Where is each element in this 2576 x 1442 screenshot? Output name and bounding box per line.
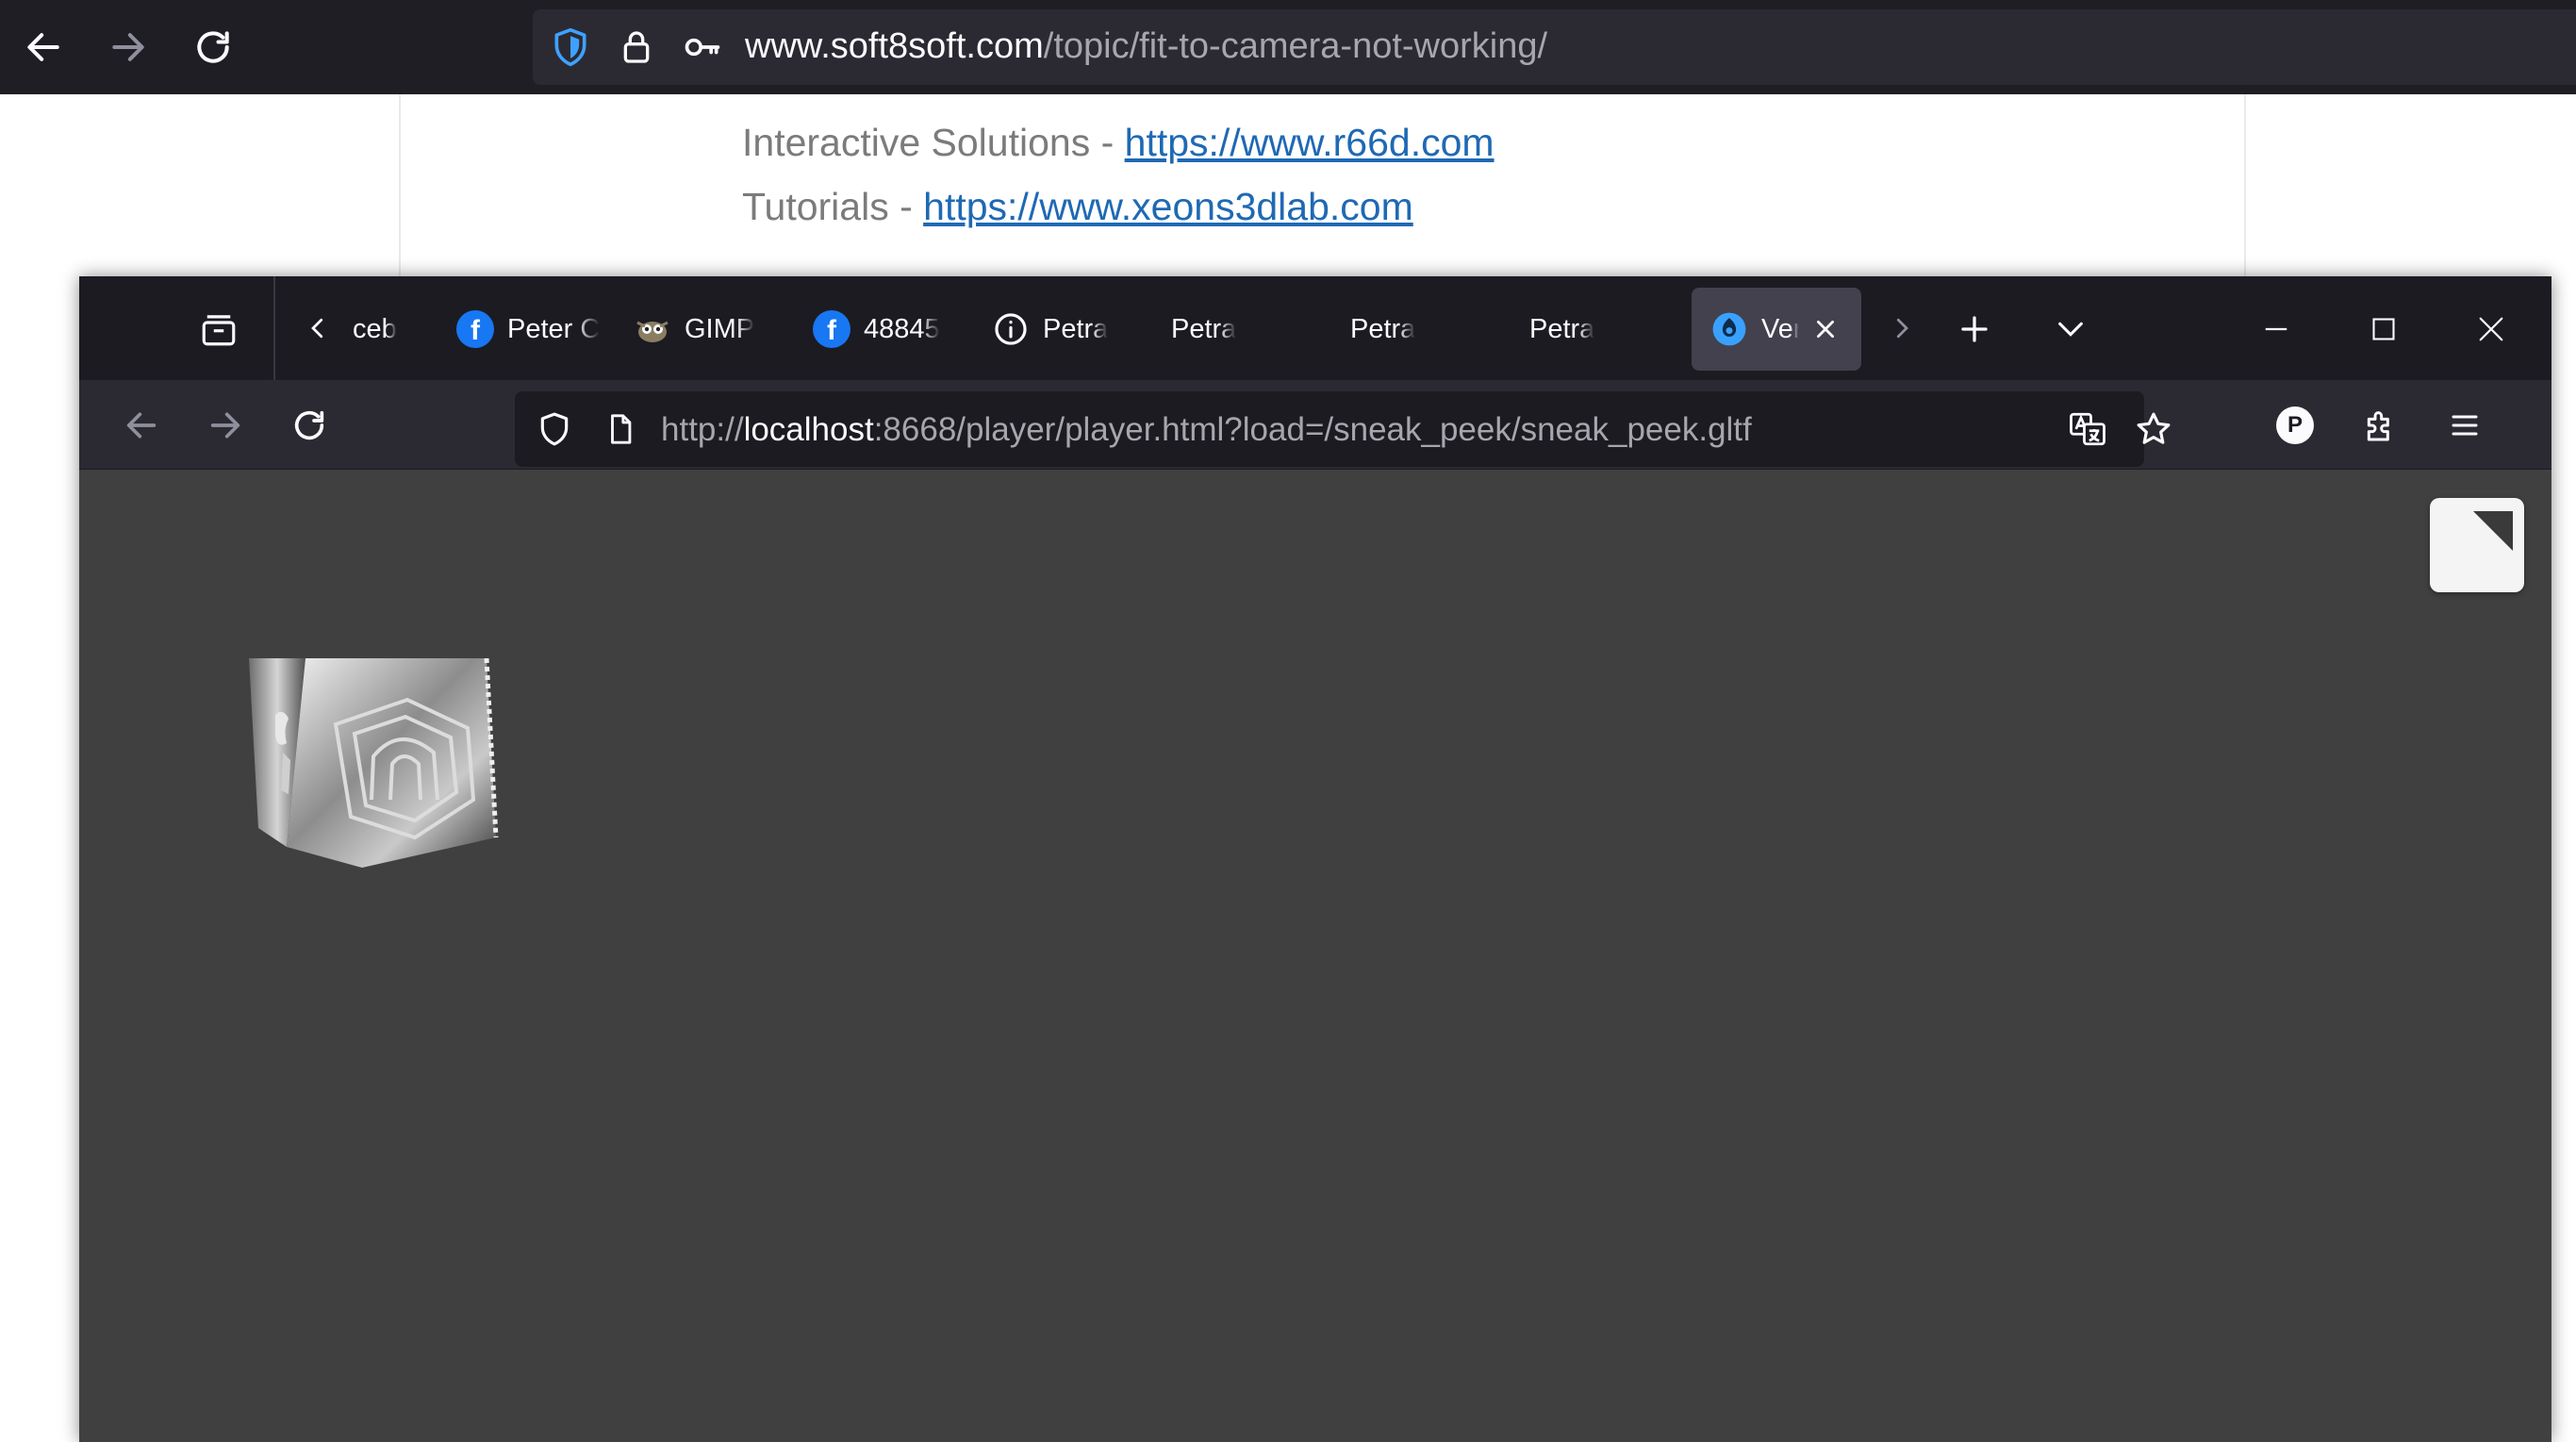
tracking-shield-icon[interactable] xyxy=(542,19,599,75)
tab[interactable]: f Peter C xyxy=(456,288,626,371)
signature-label: Tutorials - xyxy=(742,185,924,228)
tab-label: Petra xyxy=(1529,313,1595,344)
url-scheme: http:// xyxy=(661,411,744,448)
tab[interactable]: ceb xyxy=(353,288,438,371)
content-border-left xyxy=(399,94,401,283)
translate-icon[interactable] xyxy=(2059,401,2116,457)
tab[interactable]: Petra xyxy=(1350,288,1529,371)
signature-label: Interactive Solutions - xyxy=(742,121,1125,164)
content-border-right xyxy=(2244,94,2246,283)
tab-divider xyxy=(273,276,275,380)
back-browser-toolbar: www.soft8soft.com/topic/fit-to-camera-no… xyxy=(0,0,2576,94)
tab-label: ceb xyxy=(353,313,397,344)
minimize-icon[interactable] xyxy=(2248,301,2304,357)
facebook-icon: f xyxy=(813,310,850,348)
url-host: localhost xyxy=(743,411,874,448)
list-all-tabs-icon[interactable] xyxy=(2042,301,2099,357)
xeons3dlab-link[interactable]: https://www.xeons3dlab.com xyxy=(923,185,1413,228)
tab[interactable]: GIMP xyxy=(634,288,813,371)
back-url-text[interactable]: www.soft8soft.com/topic/fit-to-camera-no… xyxy=(745,26,1547,67)
back-arrow-icon[interactable] xyxy=(15,19,72,75)
maximize-icon[interactable] xyxy=(2355,301,2412,357)
close-window-icon[interactable] xyxy=(2463,301,2519,357)
fullscreen-icon xyxy=(2473,511,2513,551)
gimp-icon xyxy=(634,310,671,348)
close-tab-icon[interactable] xyxy=(1808,312,1842,346)
key-icon[interactable] xyxy=(674,19,731,75)
forward-arrow-icon[interactable] xyxy=(197,397,254,454)
back-arrow-icon[interactable] xyxy=(113,397,170,454)
lock-icon[interactable] xyxy=(608,19,665,75)
profile-initial: P xyxy=(2276,406,2314,444)
r66d-link[interactable]: https://www.r66d.com xyxy=(1125,121,1494,164)
tab-label: Peter C xyxy=(507,313,601,344)
new-tab-icon[interactable] xyxy=(1946,301,2003,357)
extensions-icon[interactable] xyxy=(2352,397,2408,454)
tab-label: Petra xyxy=(1350,313,1416,344)
bookmark-star-icon[interactable] xyxy=(2125,401,2182,457)
scroll-tabs-left-icon[interactable] xyxy=(294,305,341,352)
3d-viewport[interactable] xyxy=(79,470,2551,1442)
fullscreen-button[interactable] xyxy=(2430,498,2524,592)
tab-label: Petra xyxy=(1171,313,1237,344)
forward-arrow-icon[interactable] xyxy=(100,19,157,75)
url-path: :8668/player/player.html?load=/sneak_pee… xyxy=(873,411,1752,448)
tab[interactable]: Petra xyxy=(1529,288,1709,371)
signature-line-interactive: Interactive Solutions - https://www.r66d… xyxy=(742,121,1494,165)
verge3d-icon xyxy=(1710,310,1748,348)
tracking-shield-icon[interactable] xyxy=(526,401,583,457)
info-icon xyxy=(992,310,1030,348)
url-path: /topic/fit-to-camera-not-working/ xyxy=(1043,26,1548,66)
tab-label: GIMP xyxy=(685,313,755,344)
tab[interactable]: Petra xyxy=(992,288,1171,371)
tab-label: 48845 xyxy=(864,313,940,344)
scroll-tabs-right-icon[interactable] xyxy=(1878,305,1925,352)
menu-icon[interactable] xyxy=(2436,397,2493,454)
player-browser-window: ceb f Peter C GIMP f 48845 Petra Petra P… xyxy=(79,276,2551,1442)
reload-icon[interactable] xyxy=(281,397,338,454)
cut-off-text-line xyxy=(745,94,971,100)
tab-strip: ceb f Peter C GIMP f 48845 Petra Petra P… xyxy=(79,276,2551,380)
tab[interactable]: Petra xyxy=(1171,288,1350,371)
tab-active[interactable]: Veri xyxy=(1692,288,1861,371)
tab-label: Petra xyxy=(1043,313,1109,344)
facebook-icon: f xyxy=(456,310,494,348)
firefox-view-icon[interactable] xyxy=(192,303,245,356)
signature-line-tutorials: Tutorials - https://www.xeons3dlab.com xyxy=(742,185,1413,229)
tab[interactable]: f 48845 xyxy=(813,288,992,371)
3d-model-cube[interactable] xyxy=(249,658,532,932)
url-host: www.soft8soft.com xyxy=(745,26,1044,66)
reload-icon[interactable] xyxy=(185,19,241,75)
page-info-icon[interactable] xyxy=(592,401,649,457)
tab-label: Veri xyxy=(1761,313,1799,344)
url-text[interactable]: http://localhost:8668/player/player.html… xyxy=(661,411,1752,449)
profile-avatar[interactable]: P xyxy=(2267,397,2323,454)
